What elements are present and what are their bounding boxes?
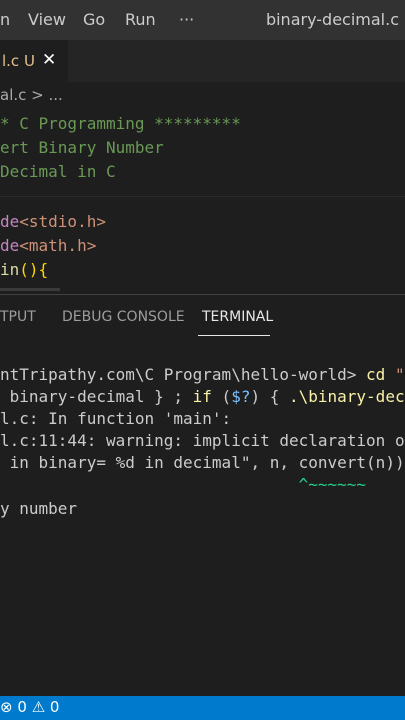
breadcrumb[interactable]: al.c > ... xyxy=(0,86,63,110)
window-title: binary-decimal.c xyxy=(265,10,399,29)
code-line-main: in(){ xyxy=(0,260,49,279)
menu-item-selection[interactable]: n xyxy=(0,10,10,29)
more-menu-icon[interactable]: ··· xyxy=(179,10,194,29)
editor-separator xyxy=(0,196,405,197)
active-tab-indicator xyxy=(198,335,270,336)
problems-status[interactable]: ⊗ 0 ⚠ 0 xyxy=(0,698,59,716)
terminal-line-3: l.c: In function 'main': xyxy=(0,409,232,428)
error-icon: ⊗ xyxy=(0,698,13,716)
tab-binary-decimal[interactable]: l.c U ✕ xyxy=(0,40,68,82)
warning-icon: ⚠ xyxy=(31,698,46,716)
tab-terminal[interactable]: TERMINAL xyxy=(202,309,273,325)
terminal-line-7: y number xyxy=(0,499,78,518)
code-line-2: ert Binary Number xyxy=(0,138,164,157)
code-line-include-math: de<math.h> xyxy=(0,236,97,255)
code-editor[interactable]: * C Programming ********* ert Binary Num… xyxy=(0,112,405,294)
editor-hscroll[interactable] xyxy=(0,288,60,291)
close-icon[interactable]: ✕ xyxy=(42,50,56,70)
code-line-3: Decimal in C xyxy=(0,162,116,181)
terminal-line-6: ^~~~~~~ xyxy=(0,475,367,494)
menu-item-view[interactable]: View xyxy=(28,10,66,29)
terminal-line-1: ntTripathy.com\C Program\hello-world> cd… xyxy=(0,365,405,384)
terminal-line-2: binary-decimal } ; if ($?) { .\binary-de… xyxy=(0,387,405,406)
menu-item-go[interactable]: Go xyxy=(83,10,105,29)
terminal-line-5: in binary= %d in decimal", n, convert(n)… xyxy=(0,453,405,472)
tab-output[interactable]: TPUT xyxy=(0,309,36,325)
menu-item-run[interactable]: Run xyxy=(125,10,156,29)
code-line-1: * C Programming ********* xyxy=(0,114,241,133)
terminal-line-4: l.c:11:44: warning: implicit declaration… xyxy=(0,431,405,450)
menu-bar: n View Go Run ··· binary-decimal.c xyxy=(0,0,405,40)
tab-label: l.c U xyxy=(2,52,35,70)
code-line-include-stdio: de<stdio.h> xyxy=(0,212,106,231)
error-count: 0 xyxy=(17,698,27,716)
editor-tab-strip: l.c U ✕ xyxy=(0,40,405,82)
tab-debug-console[interactable]: DEBUG CONSOLE xyxy=(62,309,185,325)
warning-count: 0 xyxy=(49,698,60,716)
status-bar: ⊗ 0 ⚠ 0 xyxy=(0,696,405,720)
